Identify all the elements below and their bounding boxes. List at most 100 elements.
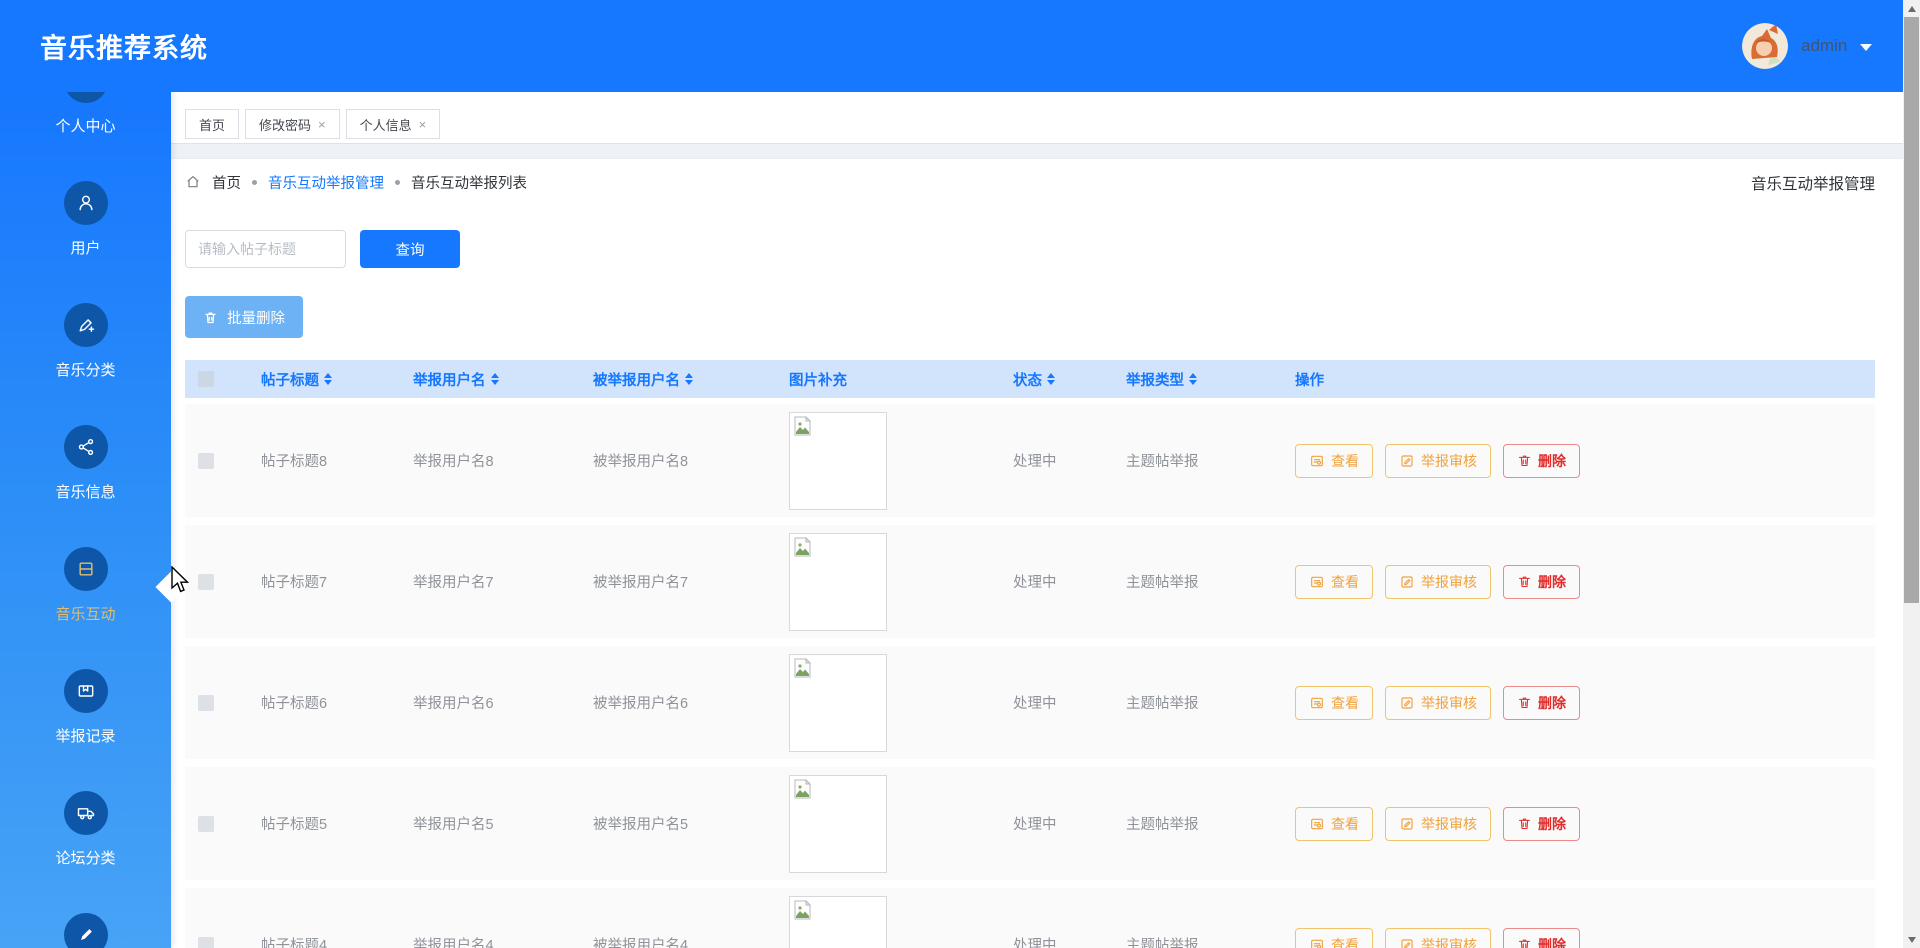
scroll-down-button[interactable] [1903,931,1920,948]
tab-首页[interactable]: 首页 [185,109,239,139]
trash-icon [1517,574,1532,589]
report-review-button[interactable]: 举报审核 [1385,565,1491,599]
app-title: 音乐推荐系统 [40,27,208,66]
sidebar-item-音乐分类[interactable]: 音乐分类 [0,303,171,382]
sort-icon[interactable] [1047,373,1055,385]
delete-button[interactable]: 删除 [1503,565,1580,599]
column-header-被举报用户名[interactable]: 被举报用户名 [593,369,789,390]
report-type-cell: 主题帖举报 [1126,692,1287,713]
tab-close-icon[interactable]: × [419,118,427,131]
reported-name: 被举报用户名5 [593,813,688,834]
edit-icon [1399,453,1415,469]
row-checkbox-cell [185,937,261,948]
sidebar-item-label: 个人中心 [0,116,171,138]
tab-修改密码[interactable]: 修改密码 × [245,109,340,139]
row-checkbox-cell [185,695,261,711]
sort-icon[interactable] [324,373,332,385]
delete-button[interactable]: 删除 [1503,807,1580,841]
column-header-举报类型[interactable]: 举报类型 [1126,369,1287,390]
sidebar-item-音乐互动[interactable]: 音乐互动 [0,547,171,626]
report-review-button[interactable]: 举报审核 [1385,928,1491,948]
search-button[interactable]: 查询 [360,230,460,268]
column-header-状态[interactable]: 状态 [1013,369,1126,390]
status-text: 处理中 [1013,813,1057,834]
sidebar-item-个人中心[interactable]: 个人中心 [0,92,171,138]
sidebar-item-用户[interactable]: 用户 [0,181,171,260]
view-button[interactable]: 查看 [1295,686,1373,720]
breadcrumb-section[interactable]: 音乐互动举报管理 [268,172,384,193]
sidebar-item-举报记录[interactable]: 举报记录 [0,669,171,748]
sidebar: 个人中心 用户 音乐分类 音乐信息 音乐互动 举报记录 论坛分类 [0,92,171,948]
tab-label: 修改密码 [259,115,311,134]
post-title: 帖子标题7 [261,571,327,592]
delete-button[interactable]: 删除 [1503,444,1580,478]
image-cell [789,775,1013,873]
report-type-cell: 主题帖举报 [1126,571,1287,592]
sort-icon[interactable] [491,373,499,385]
sidebar-item-音乐信息[interactable]: 音乐信息 [0,425,171,504]
breadcrumb-current: 音乐互动举报列表 [411,172,527,193]
avatar[interactable] [1742,23,1788,69]
trash-icon [1517,816,1532,831]
table-row: 帖子标题8举报用户名8被举报用户名8处理中主题帖举报查看举报审核删除 [185,404,1875,517]
view-button[interactable]: 查看 [1295,565,1373,599]
column-header-举报用户名[interactable]: 举报用户名 [413,369,593,390]
batch-delete-button[interactable]: 批量删除 [185,296,303,338]
search-input[interactable] [185,230,346,268]
view-button[interactable]: 查看 [1295,444,1373,478]
tab-bar-spacer [171,144,1903,159]
table-body: 帖子标题8举报用户名8被举报用户名8处理中主题帖举报查看举报审核删除帖子标题7举… [185,404,1875,948]
column-label: 举报用户名 [413,369,486,390]
view-button[interactable]: 查看 [1295,928,1373,948]
row-checkbox[interactable] [198,937,214,948]
reporter-name: 举报用户名5 [413,813,494,834]
main-panel: 首页 音乐互动举报管理 音乐互动举报列表 音乐互动举报管理 查询 批量删除 帖子… [171,159,1903,948]
tab-close-icon[interactable]: × [318,118,326,131]
breadcrumb-home[interactable]: 首页 [212,172,241,193]
scroll-up-button[interactable] [1903,0,1920,17]
row-checkbox[interactable] [198,574,214,590]
delete-button[interactable]: 删除 [1503,686,1580,720]
row-checkbox[interactable] [198,453,214,469]
column-header-帖子标题[interactable]: 帖子标题 [261,369,413,390]
report-type: 主题帖举报 [1126,813,1199,834]
status-cell: 处理中 [1013,692,1126,713]
image-cell [789,412,1013,510]
row-checkbox[interactable] [198,816,214,832]
trash-icon [203,310,218,325]
user-menu[interactable]: admin [1742,23,1872,69]
report-review-button[interactable]: 举报审核 [1385,686,1491,720]
post-title-cell: 帖子标题7 [261,571,413,592]
calendar-icon [76,559,96,579]
sort-icon[interactable] [1189,373,1197,385]
breadcrumb-separator [395,180,400,185]
select-all-cell [185,371,261,387]
truck-icon [76,803,96,823]
view-icon [1309,937,1325,948]
report-review-button[interactable]: 举报审核 [1385,444,1491,478]
status-cell: 处理中 [1013,450,1126,471]
scrollbar[interactable] [1903,0,1920,948]
chevron-down-icon [1860,44,1872,51]
row-checkbox[interactable] [198,695,214,711]
table-row: 帖子标题4举报用户名4被举报用户名4处理中主题帖举报查看举报审核删除 [185,888,1875,948]
view-button[interactable]: 查看 [1295,807,1373,841]
reporter-name: 举报用户名8 [413,450,494,471]
actions-cell: 查看举报审核删除 [1287,807,1875,841]
sidebar-item-label: 举报记录 [0,726,171,748]
user-icon [76,193,96,213]
tab-个人信息[interactable]: 个人信息 × [346,109,441,139]
reported-cell: 被举报用户名7 [593,571,789,592]
sidebar-item-hidden-7[interactable] [0,913,171,948]
report-review-button[interactable]: 举报审核 [1385,807,1491,841]
status-text: 处理中 [1013,934,1057,948]
reporter-cell: 举报用户名5 [413,813,593,834]
delete-button[interactable]: 删除 [1503,928,1580,948]
sidebar-item-论坛分类[interactable]: 论坛分类 [0,791,171,870]
column-label: 图片补充 [789,369,847,390]
select-all-checkbox[interactable] [198,371,214,387]
image-cell [789,654,1013,752]
scrollbar-thumb[interactable] [1904,17,1919,603]
sort-icon[interactable] [685,373,693,385]
column-label: 举报类型 [1126,369,1184,390]
